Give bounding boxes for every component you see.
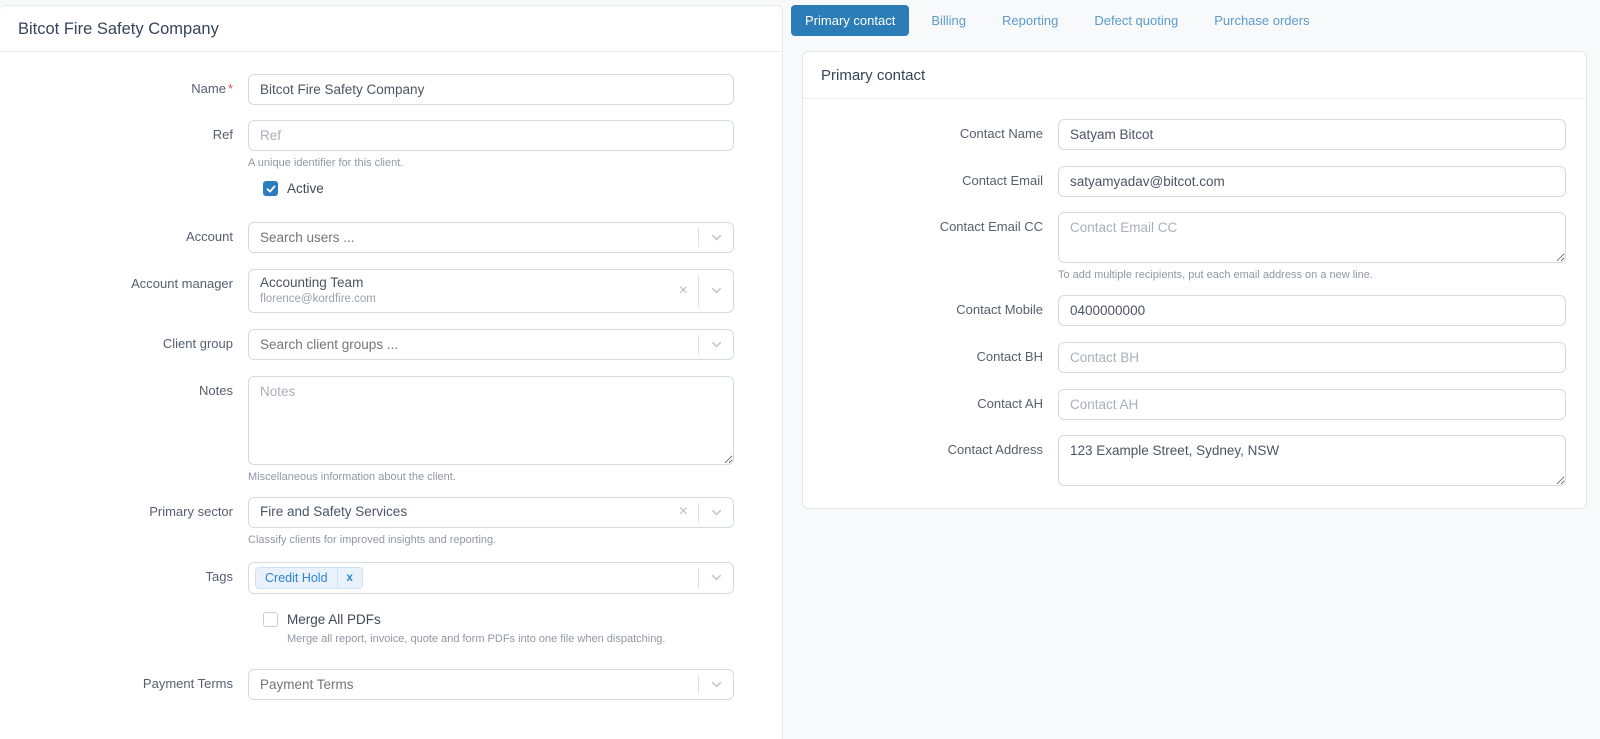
- tags-row: Tags Credit Hold x: [0, 561, 782, 594]
- tags-label: Tags: [205, 568, 233, 584]
- chevron-down-icon[interactable]: [699, 223, 733, 252]
- account-manager-email: florence@kordfire.com: [260, 293, 376, 306]
- name-label: Name: [191, 81, 226, 96]
- tag-remove-icon[interactable]: x: [336, 567, 362, 588]
- contact-bh-input[interactable]: [1058, 342, 1566, 373]
- merge-pdfs-checkbox-row: Merge All PDFs: [263, 611, 782, 627]
- client-form-panel: Bitcot Fire Safety Company Name* Ref A u…: [0, 5, 783, 739]
- contact-email-cc-textarea[interactable]: [1058, 212, 1566, 263]
- payment-terms-input[interactable]: [249, 669, 698, 699]
- chevron-down-icon[interactable]: [699, 670, 733, 699]
- contact-email-input[interactable]: [1058, 166, 1566, 197]
- ref-hint: A unique identifier for this client.: [248, 157, 404, 169]
- chevron-down-icon[interactable]: [699, 330, 733, 359]
- active-checkbox[interactable]: [263, 181, 278, 196]
- contact-email-cc-hint: To add multiple recipients, put each ema…: [1058, 269, 1373, 281]
- primary-contact-card: Primary contact Contact Name Contact Ema…: [802, 51, 1587, 509]
- contact-address-label: Contact Address: [947, 442, 1043, 457]
- ref-input[interactable]: [248, 120, 734, 151]
- merge-pdfs-section: Merge All PDFs Merge all report, invoice…: [263, 611, 782, 645]
- client-group-select[interactable]: [248, 328, 734, 360]
- name-input[interactable]: [248, 74, 734, 105]
- required-marker: *: [227, 81, 233, 96]
- tab-purchase-orders[interactable]: Purchase orders: [1200, 5, 1323, 36]
- merge-pdfs-hint: Merge all report, invoice, quote and for…: [287, 632, 666, 645]
- client-group-row: Client group: [0, 328, 782, 360]
- chevron-down-icon[interactable]: [699, 563, 733, 593]
- chevron-down-icon[interactable]: [699, 498, 733, 527]
- contact-mobile-input[interactable]: [1058, 295, 1566, 326]
- notes-textarea[interactable]: [248, 375, 734, 465]
- tab-bar: Primary contact Billing Reporting Defect…: [783, 0, 1600, 36]
- contact-name-label: Contact Name: [959, 126, 1043, 141]
- tags-select[interactable]: Credit Hold x: [248, 561, 734, 594]
- account-select[interactable]: [248, 222, 734, 253]
- payment-terms-row: Payment Terms: [0, 668, 782, 700]
- tab-reporting[interactable]: Reporting: [988, 5, 1072, 36]
- clear-icon[interactable]: ×: [669, 498, 698, 527]
- active-label: Active: [287, 181, 324, 196]
- tag-label: Credit Hold: [265, 570, 328, 585]
- account-label: Account: [186, 229, 233, 244]
- account-manager-select[interactable]: Accounting Team florence@kordfire.com ×: [248, 269, 734, 313]
- client-group-label: Client group: [162, 335, 233, 351]
- checkmark-icon: [266, 185, 275, 192]
- contact-mobile-label: Contact Mobile: [956, 302, 1043, 317]
- ref-row: Ref A unique identifier for this client.: [0, 120, 782, 169]
- contact-bh-label: Contact BH: [976, 349, 1043, 364]
- active-checkbox-row: Active: [263, 181, 782, 196]
- client-form: Name* Ref A unique identifier for this c…: [0, 52, 782, 700]
- notes-hint: Miscellaneous information about the clie…: [248, 470, 456, 483]
- tab-defect-quoting[interactable]: Defect quoting: [1080, 5, 1192, 36]
- tab-primary-contact[interactable]: Primary contact: [791, 5, 910, 36]
- contact-address-textarea[interactable]: 123 Example Street, Sydney, NSW: [1058, 435, 1566, 486]
- name-row: Name *: [0, 74, 782, 105]
- primary-sector-hint: Classify clients for improved insights a…: [248, 533, 497, 546]
- account-search-input[interactable]: [249, 223, 698, 252]
- page-title: Bitcot Fire Safety Company: [0, 6, 782, 52]
- clear-icon[interactable]: ×: [669, 270, 698, 312]
- detail-panel: Primary contact Billing Reporting Defect…: [783, 0, 1600, 739]
- notes-row: Notes Miscellaneous information about th…: [0, 375, 782, 483]
- primary-sector-select[interactable]: Fire and Safety Services ×: [248, 496, 734, 528]
- merge-pdfs-label: Merge All PDFs: [287, 611, 381, 627]
- contact-ah-label: Contact AH: [977, 396, 1043, 411]
- merge-pdfs-checkbox[interactable]: [263, 611, 278, 627]
- account-row: Account: [0, 222, 782, 253]
- contact-ah-input[interactable]: [1058, 389, 1566, 420]
- primary-sector-row: Primary sector Fire and Safety Services …: [0, 496, 782, 546]
- contact-name-row: Contact Name: [823, 119, 1566, 150]
- client-group-search-input[interactable]: [249, 329, 698, 359]
- account-manager-value: Accounting Team: [260, 275, 364, 290]
- contact-mobile-row: Contact Mobile: [823, 295, 1566, 326]
- payment-terms-label: Payment Terms: [142, 675, 233, 691]
- tag-credit-hold: Credit Hold x: [255, 566, 363, 589]
- ref-label: Ref: [212, 127, 233, 142]
- contact-name-input[interactable]: [1058, 119, 1566, 150]
- contact-ah-row: Contact AH: [823, 389, 1566, 420]
- tab-billing[interactable]: Billing: [917, 5, 980, 36]
- chevron-down-icon[interactable]: [699, 270, 733, 312]
- contact-email-cc-row: Contact Email CC To add multiple recipie…: [823, 212, 1566, 281]
- payment-terms-select[interactable]: [248, 668, 734, 700]
- primary-sector-value: Fire and Safety Services: [260, 504, 408, 520]
- contact-address-row: Contact Address 123 Example Street, Sydn…: [823, 435, 1566, 486]
- notes-label: Notes: [199, 382, 233, 398]
- contact-email-cc-label: Contact Email CC: [939, 219, 1043, 234]
- contact-bh-row: Contact BH: [823, 342, 1566, 373]
- contact-email-row: Contact Email: [823, 166, 1566, 197]
- card-title: Primary contact: [803, 52, 1586, 99]
- primary-sector-label: Primary sector: [149, 503, 233, 519]
- contact-email-label: Contact Email: [962, 173, 1043, 188]
- account-manager-row: Account manager Accounting Team florence…: [0, 269, 782, 313]
- account-manager-label: Account manager: [131, 276, 233, 291]
